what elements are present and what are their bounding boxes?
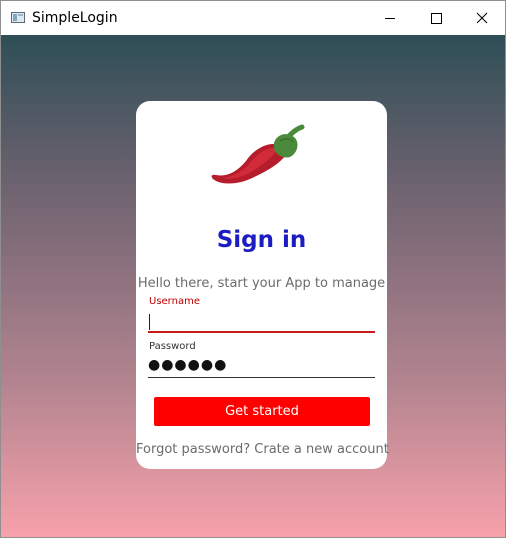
close-icon — [476, 12, 488, 24]
get-started-button[interactable]: Get started — [154, 397, 370, 426]
username-field[interactable] — [148, 311, 375, 333]
login-card: Sign in Hello there, start your App to m… — [136, 101, 389, 469]
page-title: Sign in — [216, 227, 307, 253]
footer-links: Forgot password? Crate a new account — [136, 442, 389, 457]
chili-pepper-icon — [211, 124, 305, 184]
window-content: Sign in Hello there, start your App to m… — [1, 35, 505, 537]
maximize-button[interactable] — [413, 1, 459, 35]
minimize-icon — [385, 17, 395, 19]
window-title: SimpleLogin — [32, 10, 118, 26]
maximize-icon — [430, 12, 442, 24]
subtitle-text: Hello there, start your App to manage — [137, 276, 386, 291]
password-label: Password — [149, 341, 196, 352]
forgot-password-link[interactable]: Forgot password? — [136, 442, 250, 457]
app-window: SimpleLogin Sign in Hello there, start y — [0, 0, 506, 538]
minimize-button[interactable] — [367, 1, 413, 35]
title-bar[interactable]: SimpleLogin — [1, 1, 505, 35]
app-icon — [11, 12, 25, 23]
username-label: Username — [149, 296, 200, 307]
text-caret — [149, 314, 150, 330]
create-account-link[interactable]: Crate a new account — [254, 442, 389, 457]
close-button[interactable] — [459, 1, 505, 35]
password-masked-value: ●●●●●● — [148, 357, 228, 373]
password-field[interactable]: ●●●●●● — [148, 356, 375, 378]
